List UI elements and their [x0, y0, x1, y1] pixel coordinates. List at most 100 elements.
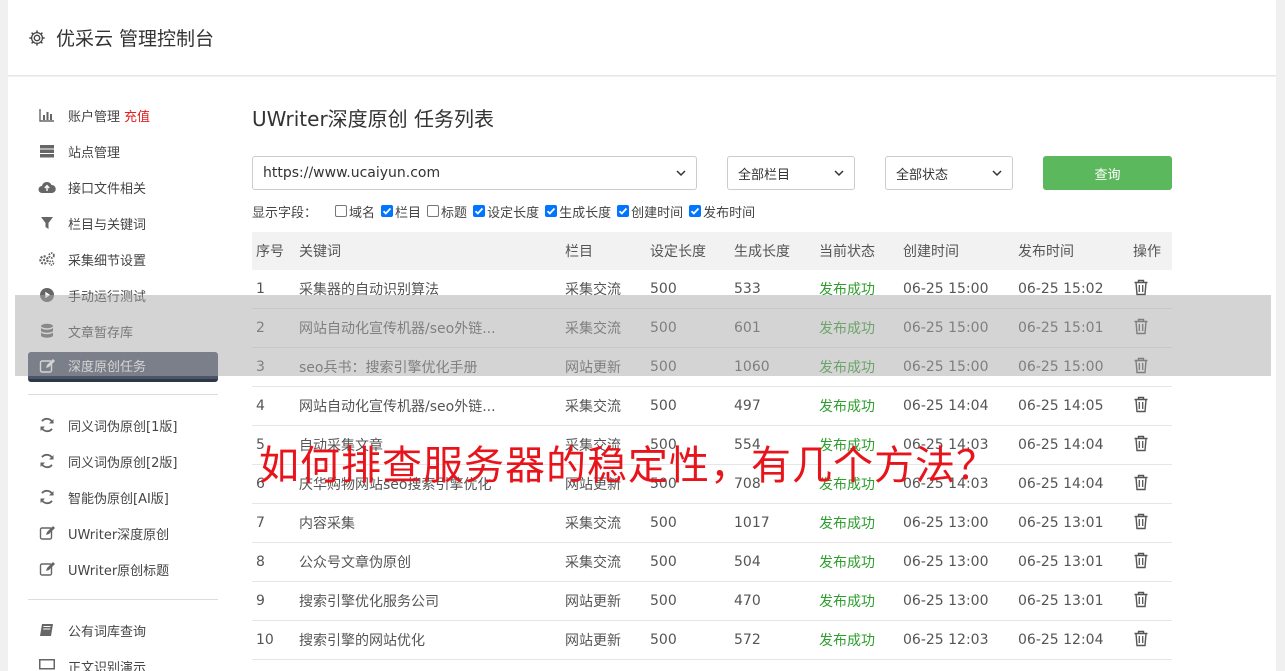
sidebar-item-label: 文章暂存库 — [68, 325, 134, 341]
status-select[interactable]: 全部状态 — [885, 156, 1013, 190]
sidebar-item[interactable]: UWriter原创标题 — [28, 551, 218, 587]
field-checkbox[interactable]: 标题 — [427, 202, 467, 221]
field-checkbox[interactable]: 设定长度 — [473, 202, 539, 221]
sidebar-item[interactable]: 智能伪原创[AI版] — [28, 479, 218, 515]
field-checkbox[interactable]: 发布时间 — [689, 202, 755, 221]
table-cell: 470 — [734, 593, 761, 609]
table-cell: 3 — [256, 359, 265, 375]
sidebar-item[interactable]: 文章暂存库 — [28, 313, 218, 349]
table-cell: 发布成功 — [819, 594, 875, 610]
checkbox-checked-icon[interactable] — [617, 205, 630, 217]
gear-icon — [28, 29, 46, 47]
checkbox-checked-icon[interactable] — [381, 205, 394, 217]
checkbox-empty-icon[interactable] — [427, 205, 440, 217]
refresh-icon — [38, 416, 56, 434]
trash-icon[interactable] — [1133, 552, 1149, 573]
column-header: 关键词 — [299, 244, 341, 260]
chevron-down-icon — [834, 170, 844, 177]
sidebar-item[interactable]: 采集细节设置 — [28, 241, 218, 277]
site-select-value: https://www.ucaiyun.com — [263, 165, 441, 181]
sidebar-item[interactable]: 接口文件相关 — [28, 169, 218, 205]
field-checkbox-label: 生成长度 — [559, 205, 612, 221]
field-checkbox[interactable]: 栏目 — [381, 202, 421, 221]
trash-icon[interactable] — [1133, 474, 1149, 495]
table-cell: 采集交流 — [565, 399, 621, 415]
sidebar-item[interactable]: 手动运行测试 — [28, 277, 218, 313]
refresh-icon — [38, 452, 56, 470]
column-select[interactable]: 全部栏目 — [727, 156, 855, 190]
table-row: 4 网站自动化宣传机器/seo外链... 采集交流 500 497 发布成功 06-25 1… — [252, 387, 1172, 426]
sidebar-item[interactable]: 同义词伪原创[2版] — [28, 443, 218, 479]
site-select[interactable]: https://www.ucaiyun.com — [252, 156, 697, 190]
table-row: 3 seo兵书：搜索引擎优化手册 网站更新 500 1060 发布成功 06-25 15:0… — [252, 348, 1172, 387]
sidebar-item[interactable]: 站点管理 — [28, 133, 218, 169]
table-row: 7 内容采集 采集交流 500 1017 发布成功 06-25 13:00 06-25 13:… — [252, 504, 1172, 543]
table-cell-actions — [1133, 591, 1172, 612]
checkbox-checked-icon[interactable] — [689, 205, 702, 217]
checkbox-checked-icon[interactable] — [473, 205, 486, 217]
table-cell: 发布成功 — [819, 399, 875, 415]
top-header: 优采云 管理控制台 — [8, 0, 1276, 76]
sidebar-item[interactable]: 深度原创任务 — [28, 352, 218, 382]
sidebar-item[interactable]: 公有词库查询 — [28, 612, 218, 648]
table-cell: 500 — [650, 515, 677, 531]
table-cell: 497 — [734, 398, 761, 414]
table-cell: 06-25 15:02 — [1018, 281, 1104, 297]
field-checkbox[interactable]: 生成长度 — [545, 202, 611, 221]
table-row: 9 搜索引擎优化服务公司 网站更新 500 470 发布成功 06-25 13:00 06-2… — [252, 582, 1172, 621]
sidebar-item-label: 手动运行测试 — [68, 289, 147, 305]
trash-icon[interactable] — [1133, 591, 1149, 612]
sidebar-item[interactable]: UWriter深度原创 — [28, 515, 218, 551]
recharge-link[interactable]: 充值 — [124, 106, 150, 125]
table-cell: 06-25 13:00 — [903, 554, 989, 570]
sidebar-item-label: 智能伪原创[AI版] — [68, 491, 169, 507]
trash-icon[interactable] — [1133, 396, 1149, 417]
column-select-value: 全部栏目 — [738, 167, 791, 183]
trash-icon[interactable] — [1133, 435, 1149, 456]
table-cell: 06-25 14:04 — [1018, 476, 1104, 492]
page-title: UWriter深度原创 任务列表 — [252, 107, 495, 131]
table-cell: 1017 — [734, 515, 770, 531]
table-cell: seo兵书：搜索引擎优化手册 — [299, 360, 478, 376]
trash-icon[interactable] — [1133, 279, 1149, 300]
column-header: 操作 — [1133, 244, 1161, 260]
sidebar-item[interactable]: 同义词伪原创[1版] — [28, 407, 218, 443]
play-circle-icon — [38, 286, 56, 304]
column-header: 当前状态 — [819, 244, 875, 260]
sidebar-item[interactable]: 账户管理 充值 — [28, 97, 218, 133]
field-checkbox-label: 栏目 — [395, 205, 422, 221]
checkbox-checked-icon[interactable] — [545, 205, 558, 217]
table-cell: 网站更新 — [565, 633, 621, 649]
table-cell: 500 — [650, 359, 677, 375]
table-header: 序号 关键词 栏目 设定长度 生成长度 当前状态 创建时间 发布时间 操作 — [252, 232, 1172, 270]
table-cell: 发布成功 — [819, 360, 875, 376]
trash-icon[interactable] — [1133, 357, 1149, 378]
monitor-icon — [38, 657, 56, 671]
sidebar-item[interactable]: 正文识别演示 — [28, 648, 218, 671]
field-checkbox[interactable]: 域名 — [335, 202, 375, 221]
trash-icon[interactable] — [1133, 318, 1149, 339]
table-cell-actions — [1133, 396, 1172, 417]
table-cell: 10 — [256, 632, 274, 648]
sidebar-item-label: 深度原创任务 — [68, 360, 147, 375]
query-button[interactable]: 查询 — [1043, 156, 1172, 190]
table-cell-actions — [1133, 318, 1172, 339]
table-cell: 06-25 12:04 — [1018, 632, 1104, 648]
trash-icon[interactable] — [1133, 630, 1149, 651]
column-header: 设定长度 — [650, 244, 706, 260]
filter-icon — [38, 214, 56, 232]
table-cell-actions — [1133, 513, 1172, 534]
table-cell: 8 — [256, 554, 265, 570]
app-title: 优采云 管理控制台 — [56, 28, 215, 50]
overlay-caption: 如何排查服务器的稳定性，有几个方法？ — [259, 443, 997, 489]
table-cell: 网站自动化宣传机器/seo外链... — [299, 399, 496, 415]
checkbox-empty-icon[interactable] — [335, 205, 348, 217]
filter-bar: https://www.ucaiyun.com 全部栏目 全部状态 查询 — [252, 156, 1172, 190]
display-fields-label: 显示字段： — [252, 205, 318, 221]
trash-icon[interactable] — [1133, 513, 1149, 534]
field-checkbox[interactable]: 创建时间 — [617, 202, 683, 221]
column-header: 创建时间 — [903, 244, 959, 260]
table-cell: 06-25 13:00 — [903, 515, 989, 531]
sidebar-item[interactable]: 栏目与关键词 — [28, 205, 218, 241]
table-cell: 572 — [734, 632, 761, 648]
